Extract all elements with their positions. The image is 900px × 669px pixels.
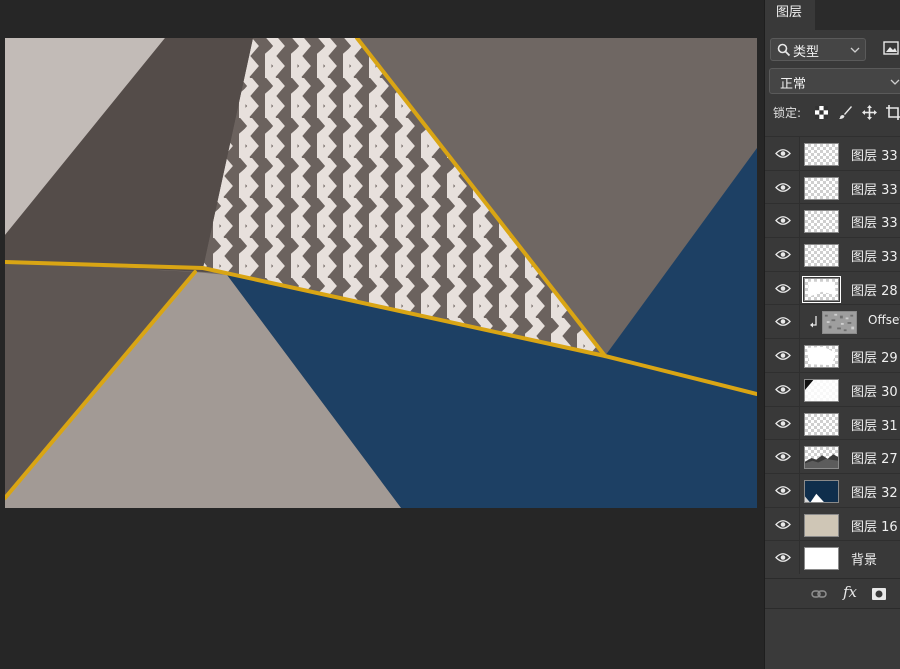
eye-icon[interactable] — [775, 148, 791, 159]
layer-row[interactable]: 图层 33 — [765, 136, 900, 170]
filter-kind-select[interactable]: 类型 — [770, 38, 866, 61]
canvas-artwork — [5, 38, 757, 508]
layer-thumbnail — [804, 446, 839, 470]
layer-name: 图层 28 — [851, 283, 898, 299]
lock-image-pixels-icon[interactable] — [838, 105, 853, 120]
layer-thumbnail — [804, 479, 839, 503]
blend-mode-label: 正常 — [780, 77, 807, 92]
lock-transparent-pixels-icon[interactable] — [814, 105, 829, 120]
clipping-mask-arrow-icon — [810, 316, 817, 328]
panel-empty-area — [765, 608, 900, 669]
layer-thumbnail — [804, 244, 839, 268]
row-divider — [799, 440, 800, 473]
layer-thumbnail — [804, 143, 839, 166]
row-divider — [799, 170, 800, 204]
layer-thumbnail — [822, 311, 857, 335]
search-icon — [777, 43, 791, 57]
layer-list: 图层 33 图层 33 图层 33 图层 33 图层 28 Offse 图层 2… — [765, 136, 900, 574]
layer-name: 图层 30 — [851, 384, 898, 400]
fx-icon[interactable]: fx — [843, 583, 857, 601]
row-divider — [799, 305, 800, 339]
eye-icon[interactable] — [775, 552, 791, 563]
layer-row[interactable]: 图层 30 — [765, 371, 900, 406]
layer-row-background[interactable]: 背景 — [765, 540, 900, 574]
layer-name: 图层 27 — [851, 452, 898, 468]
document-workspace — [0, 0, 764, 669]
filter-kind-label: 类型 — [793, 45, 820, 60]
layer-row[interactable]: 图层 33 — [765, 203, 900, 238]
row-divider — [799, 238, 800, 271]
layer-thumbnail — [804, 412, 839, 436]
layer-name: 图层 33 — [851, 149, 898, 164]
layer-name: 图层 33 — [851, 250, 898, 266]
eye-icon[interactable] — [775, 418, 791, 429]
row-divider — [799, 406, 800, 440]
layer-thumbnail — [804, 345, 839, 369]
layer-name: 图层 33 — [851, 216, 898, 232]
add-mask-icon[interactable] — [871, 586, 887, 602]
eye-icon[interactable] — [775, 384, 791, 395]
chevron-down-icon — [890, 79, 900, 85]
eye-icon[interactable] — [775, 451, 791, 462]
panel-tabbar: 图层 — [765, 0, 900, 30]
layer-filter-row: 类型 — [765, 34, 900, 64]
link-layers-icon[interactable] — [811, 586, 827, 602]
layer-thumbnail — [804, 378, 839, 402]
row-divider — [799, 473, 800, 507]
eye-icon[interactable] — [775, 485, 791, 496]
eye-icon[interactable] — [775, 316, 791, 327]
layer-row[interactable]: 图层 27 — [765, 439, 900, 473]
row-divider — [799, 339, 800, 372]
row-divider — [799, 271, 800, 305]
layer-thumbnail — [804, 210, 839, 234]
layer-name: 图层 16 — [851, 519, 898, 535]
layer-thumbnail — [804, 176, 839, 200]
layer-name: Offset — [868, 313, 900, 328]
lock-position-icon[interactable] — [862, 105, 877, 120]
layer-name: 图层 32 — [851, 485, 898, 501]
layer-row[interactable]: 图层 16 — [765, 506, 900, 541]
layer-name: 图层 31 — [851, 418, 898, 434]
eye-icon[interactable] — [775, 215, 791, 226]
tab-layers[interactable]: 图层 — [765, 0, 815, 30]
row-divider — [799, 541, 800, 574]
row-divider — [799, 137, 800, 170]
lock-row: 锁定: — [765, 100, 900, 126]
row-divider — [799, 372, 800, 406]
layer-row[interactable]: 图层 29 — [765, 338, 900, 372]
eye-icon[interactable] — [775, 350, 791, 361]
layer-thumbnail — [804, 547, 839, 571]
row-divider — [799, 204, 800, 238]
eye-icon[interactable] — [775, 182, 791, 193]
eye-icon[interactable] — [775, 519, 791, 530]
layer-row-clipped[interactable]: Offset — [765, 304, 900, 339]
layer-name: 图层 33 — [851, 182, 898, 198]
layer-name: 背景 — [851, 553, 878, 569]
layer-row[interactable]: 图层 31 — [765, 405, 900, 440]
eye-icon[interactable] — [775, 283, 791, 294]
layers-bottom-toolbar: fx — [765, 578, 900, 608]
lock-artboard-icon[interactable] — [886, 105, 900, 120]
document-canvas[interactable] — [5, 38, 757, 508]
layers-panel: 图层 类型 正常 锁定: 图层 33 图层 33 图层 33 图层 33 图层 … — [764, 0, 900, 669]
blend-mode-select[interactable]: 正常 — [769, 68, 900, 94]
layer-row[interactable]: 图层 32 — [765, 472, 900, 507]
layer-row-selected[interactable]: 图层 28 — [765, 270, 900, 305]
lock-label: 锁定: — [773, 106, 802, 120]
layer-name: 图层 29 — [851, 351, 898, 367]
layer-row[interactable]: 图层 33 — [765, 169, 900, 204]
layer-thumbnail — [804, 513, 839, 537]
layer-thumbnail — [802, 275, 841, 303]
chevron-down-icon — [850, 47, 860, 53]
eye-icon[interactable] — [775, 249, 791, 260]
row-divider — [799, 507, 800, 541]
layer-row[interactable]: 图层 33 — [765, 237, 900, 271]
image-filter-icon[interactable] — [883, 41, 899, 55]
